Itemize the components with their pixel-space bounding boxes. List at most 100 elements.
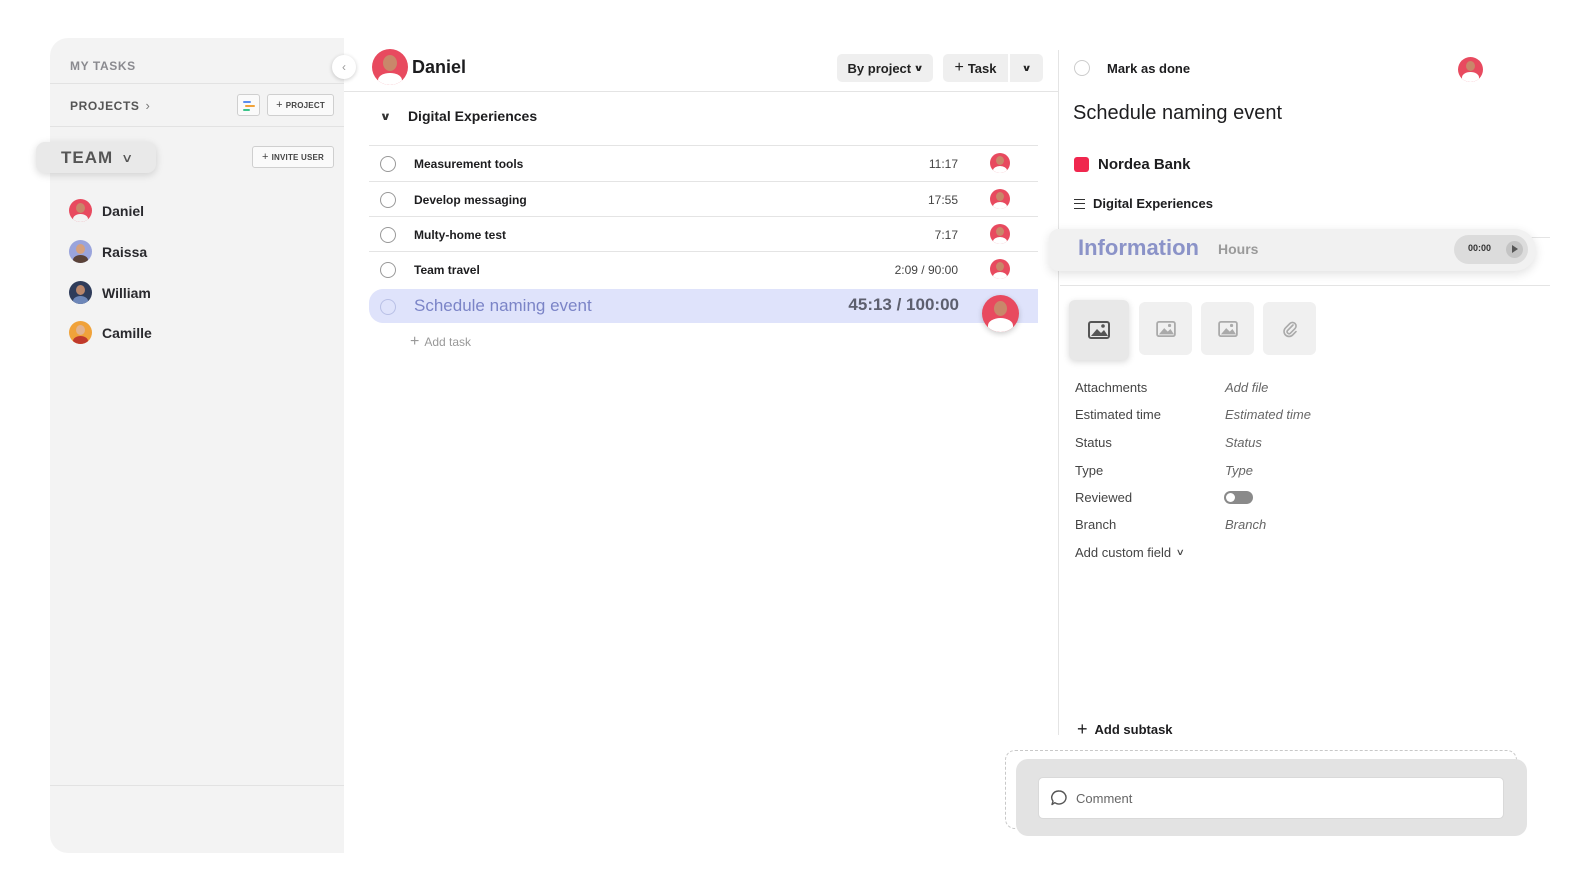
status-field[interactable]: Status — [1225, 435, 1262, 450]
project-link[interactable]: Digital Experiences — [1074, 196, 1213, 211]
assignee-avatar[interactable] — [990, 189, 1010, 209]
complete-checkbox[interactable] — [1074, 60, 1090, 76]
complete-checkbox[interactable] — [380, 227, 396, 243]
team-dropdown[interactable]: TEAM ∨ — [36, 142, 156, 173]
attachment-thumbnail[interactable] — [1139, 302, 1192, 355]
project-group-title: Digital Experiences — [407, 108, 538, 124]
attachment-thumbnail[interactable] — [1069, 300, 1129, 360]
task-row[interactable]: Multy-home test 7:17 — [369, 216, 1038, 251]
image-icon — [1217, 320, 1238, 337]
add-project-label: PROJECT — [285, 100, 325, 110]
chevron-right-icon: › — [145, 98, 151, 113]
invite-user-button[interactable]: + INVITE USER — [252, 146, 334, 168]
field-label-reviewed: Reviewed — [1075, 490, 1133, 505]
divider — [344, 91, 1058, 92]
divider — [1060, 285, 1550, 286]
collapse-sidebar-button[interactable]: ‹ — [332, 55, 356, 79]
chevron-down-icon: ∨ — [1021, 62, 1032, 73]
assignee-avatar[interactable] — [1458, 57, 1483, 82]
group-by-label: By project — [847, 60, 912, 76]
timer-value: 00:00 — [1468, 243, 1492, 253]
task-title[interactable]: Schedule naming event — [1073, 102, 1282, 125]
plus-icon: + — [1077, 719, 1088, 739]
task-name: Schedule naming event — [414, 296, 592, 315]
add-attachment-button[interactable] — [1263, 302, 1316, 355]
plus-icon: + — [276, 99, 283, 111]
member-name: Daniel — [102, 202, 145, 219]
task-name: Develop messaging — [414, 193, 527, 207]
complete-checkbox[interactable] — [380, 299, 396, 315]
client-label[interactable]: Nordea Bank — [1074, 156, 1191, 173]
sidebar-item-raissa[interactable]: Raissa — [69, 240, 147, 263]
sidebar-item-camille[interactable]: Camille — [69, 321, 152, 344]
timer[interactable]: 00:00 — [1454, 235, 1528, 264]
add-task-link[interactable]: + Add task — [410, 333, 471, 351]
chevron-down-icon[interactable]: ∨ — [380, 110, 392, 123]
field-label-status: Status — [1075, 435, 1112, 450]
image-icon — [1155, 320, 1176, 337]
play-icon[interactable] — [1506, 241, 1523, 258]
task-row[interactable]: Measurement tools 11:17 — [369, 145, 1038, 180]
divider — [1058, 50, 1059, 735]
divider — [50, 126, 344, 127]
add-task-label: Add task — [424, 335, 472, 349]
avatar — [372, 49, 408, 85]
add-task-button[interactable]: + Task — [943, 54, 1008, 82]
mark-as-done-button[interactable]: Mark as done — [1074, 60, 1190, 76]
task-row[interactable]: Develop messaging 17:55 — [369, 181, 1038, 216]
avatar — [69, 199, 92, 222]
sidebar-item-william[interactable]: William — [69, 281, 151, 304]
team-label: TEAM — [61, 147, 114, 167]
project-group-header[interactable]: ∨ Digital Experiences — [380, 108, 538, 124]
complete-checkbox[interactable] — [380, 156, 396, 172]
my-tasks-link[interactable]: MY TASKS — [70, 59, 136, 73]
assignee-avatar[interactable] — [990, 259, 1010, 279]
project-name: Digital Experiences — [1093, 196, 1213, 211]
plus-icon: + — [954, 59, 964, 76]
reviewed-toggle[interactable] — [1224, 491, 1253, 504]
task-name: Multy-home test — [414, 228, 507, 242]
add-task-menu-button[interactable]: ∨ — [1010, 54, 1043, 82]
plus-icon: + — [410, 333, 420, 350]
add-custom-field-button[interactable]: Add custom field ∨ — [1075, 545, 1186, 560]
branch-field[interactable]: Branch — [1225, 517, 1266, 532]
group-by-dropdown[interactable]: By project ∨ — [837, 54, 933, 82]
assignee-avatar[interactable] — [982, 295, 1019, 332]
current-user: Daniel — [372, 49, 466, 85]
divider — [50, 83, 344, 84]
member-name: Camille — [102, 324, 152, 341]
sidebar: ‹ MY TASKS PROJECTS › + PROJECT TEAM ∨ +… — [36, 38, 356, 853]
task-row-selected[interactable]: Schedule naming event 45:13 / 100:00 — [369, 289, 1038, 332]
assignee-avatar[interactable] — [990, 224, 1010, 244]
paperclip-icon — [1282, 321, 1297, 337]
tab-information[interactable]: Information — [1078, 235, 1199, 261]
avatar — [69, 321, 92, 344]
estimated-time-field[interactable]: Estimated time — [1225, 407, 1311, 422]
task-row[interactable]: Team travel 2:09 / 90:00 — [369, 251, 1038, 286]
detail-tabs: Information Hours 00:00 — [1049, 229, 1536, 271]
complete-checkbox[interactable] — [380, 262, 396, 278]
chevron-down-icon: ∨ — [1175, 547, 1186, 557]
field-label-estimated-time: Estimated time — [1075, 407, 1161, 422]
add-file-link[interactable]: Add file — [1225, 380, 1268, 395]
chevron-down-icon: ∨ — [121, 150, 135, 165]
complete-checkbox[interactable] — [380, 192, 396, 208]
sidebar-item-daniel[interactable]: Daniel — [69, 199, 144, 222]
chevron-down-icon: ∨ — [913, 62, 924, 73]
invite-user-label: INVITE USER — [271, 152, 325, 162]
assignee-avatar[interactable] — [990, 153, 1010, 173]
type-field[interactable]: Type — [1225, 463, 1253, 478]
task-time: 17:55 — [927, 193, 958, 207]
divider — [50, 785, 344, 786]
comment-input[interactable]: Comment — [1038, 777, 1504, 819]
attachment-thumbnail[interactable] — [1201, 302, 1254, 355]
tab-hours[interactable]: Hours — [1218, 241, 1258, 257]
comment-placeholder: Comment — [1076, 790, 1133, 806]
gantt-icon[interactable] — [237, 94, 260, 116]
member-name: Raissa — [102, 243, 148, 260]
projects-label: PROJECTS — [70, 98, 140, 113]
image-icon — [1088, 321, 1110, 339]
projects-link[interactable]: PROJECTS › — [70, 98, 150, 113]
add-project-button[interactable]: + PROJECT — [267, 94, 334, 116]
add-subtask-button[interactable]: + Add subtask — [1077, 719, 1173, 740]
